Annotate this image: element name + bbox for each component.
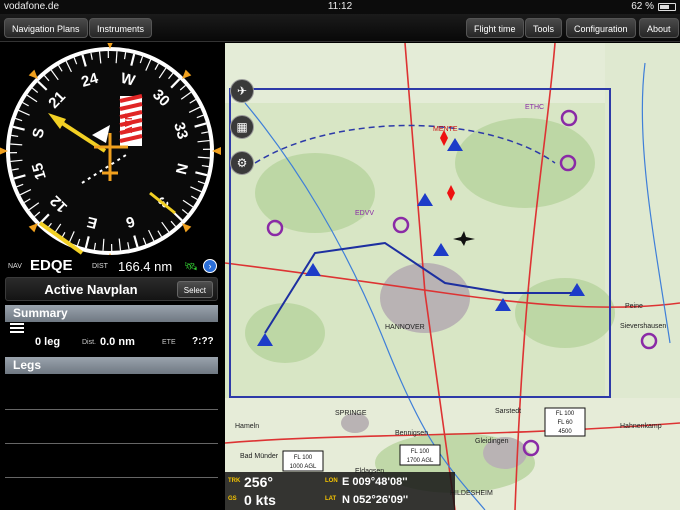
- gs-label: GS: [228, 496, 237, 502]
- flight-time-button[interactable]: Flight time: [466, 18, 524, 38]
- compass-tick: [10, 143, 23, 146]
- place-label: ETHC: [525, 104, 544, 111]
- place-label: HILDESHEIM: [450, 490, 493, 497]
- ete-label: ETE: [162, 339, 176, 346]
- nav-flag: NAV: [119, 94, 143, 146]
- place-label: Bad Münder: [240, 453, 279, 460]
- place-label: Hahnenkamp: [620, 423, 662, 430]
- box-label-1: FL 100: [556, 411, 575, 417]
- map-canvas[interactable]: FL 100 FL 60 4500 FL 100 1700 AGL FL 100…: [225, 43, 680, 510]
- navigation-plans-button[interactable]: Navigation Plans: [4, 18, 88, 38]
- lon-value: E 009°48'08'': [342, 476, 408, 488]
- leg-separator: [5, 409, 218, 410]
- tools-button[interactable]: Tools: [525, 18, 563, 38]
- nav-label: NAV: [8, 263, 22, 270]
- summary-dist-label: Dist.: [82, 339, 96, 346]
- place-label: HANNOVER: [385, 324, 425, 331]
- place-label: MENTE: [433, 126, 458, 133]
- about-button[interactable]: About: [639, 18, 679, 38]
- leg-separator: [5, 477, 218, 478]
- box-label-2: FL 60: [557, 420, 573, 426]
- dist-label: DIST: [92, 263, 108, 270]
- configuration-button[interactable]: Configuration: [566, 18, 636, 38]
- summary-row: 0 leg Dist. 0.0 nm ETE ?:??: [5, 321, 218, 353]
- waypoint-id: EDQE: [30, 257, 73, 274]
- place-label: Gleidingen: [475, 438, 509, 445]
- place-label: EDVV: [355, 210, 374, 217]
- nav-flag-text: NAV: [122, 113, 133, 134]
- box-label-5: 1700 AGL: [407, 458, 434, 464]
- compass-tick: [102, 238, 105, 251]
- place-label: Hameln: [235, 423, 259, 430]
- flight-data-hud: TRK 256° GS 0 kts LON E 009°48'08'' LAT …: [225, 472, 455, 510]
- summary-dist-value: 0.0 nm: [100, 336, 135, 348]
- lat-value: N 052°26'09'': [342, 494, 409, 506]
- gs-value: 0 kts: [244, 492, 276, 508]
- nav-info-row: NAV EDQE DIST 166.4 nm 🛰 ›: [8, 257, 218, 275]
- box-label-7: 1000 AGL: [290, 464, 317, 470]
- map-layers-button[interactable]: ▦: [230, 115, 254, 139]
- box-label-6: FL 100: [294, 455, 313, 461]
- top-toolbar: Navigation Plans Instruments Flight time…: [0, 14, 680, 42]
- lat-label: LAT: [325, 496, 337, 502]
- status-bar: vodafone.de 11:12 62 %: [0, 0, 680, 14]
- active-navplan-header: Active Navplan Select: [5, 277, 218, 301]
- ete-value: ?:??: [192, 336, 214, 347]
- battery-percent: 62 %: [631, 1, 654, 12]
- clock: 11:12: [327, 1, 353, 12]
- box-label-4: FL 100: [411, 449, 430, 455]
- distance-value: 166.4 nm: [118, 259, 173, 274]
- box-label-3: 4500: [558, 429, 572, 435]
- compass-tick: [115, 51, 118, 64]
- legs-header: Legs: [5, 357, 218, 374]
- summary-header: Summary: [5, 305, 218, 322]
- battery-icon: [658, 3, 676, 11]
- gps-signal-icon: 🛰: [184, 261, 198, 273]
- place-label: Sievershausen: [620, 323, 666, 330]
- aeronautical-map[interactable]: FL 100 FL 60 4500 FL 100 1700 AGL FL 100…: [225, 43, 680, 510]
- place-label: SPRINGE: [335, 410, 367, 417]
- instruments-button[interactable]: Instruments: [89, 18, 153, 38]
- place-label: Sarstedt: [495, 408, 521, 415]
- hsi-compass[interactable]: N36E1215S2124W3033 NAV: [0, 43, 225, 255]
- map-mode-button[interactable]: ✈: [230, 79, 254, 103]
- place-label: Bennigsen: [395, 430, 428, 437]
- compass-tick: [197, 156, 210, 159]
- active-navplan-title: Active Navplan: [44, 282, 138, 297]
- lon-label: LON: [325, 478, 338, 484]
- leg-separator: [5, 443, 218, 444]
- list-icon: [10, 323, 24, 335]
- map-settings-gear-icon[interactable]: ⚙: [230, 151, 254, 175]
- left-panel: N36E1215S2124W3033 NAV NAV EDQE DIST 166…: [0, 43, 225, 510]
- select-navplan-button[interactable]: Select: [176, 281, 213, 298]
- place-label: Peine: [625, 303, 643, 310]
- trk-value: 256°: [244, 474, 273, 490]
- trk-label: TRK: [228, 478, 241, 484]
- detail-disclosure-icon[interactable]: ›: [203, 259, 217, 273]
- leg-count: 0 leg: [35, 336, 61, 348]
